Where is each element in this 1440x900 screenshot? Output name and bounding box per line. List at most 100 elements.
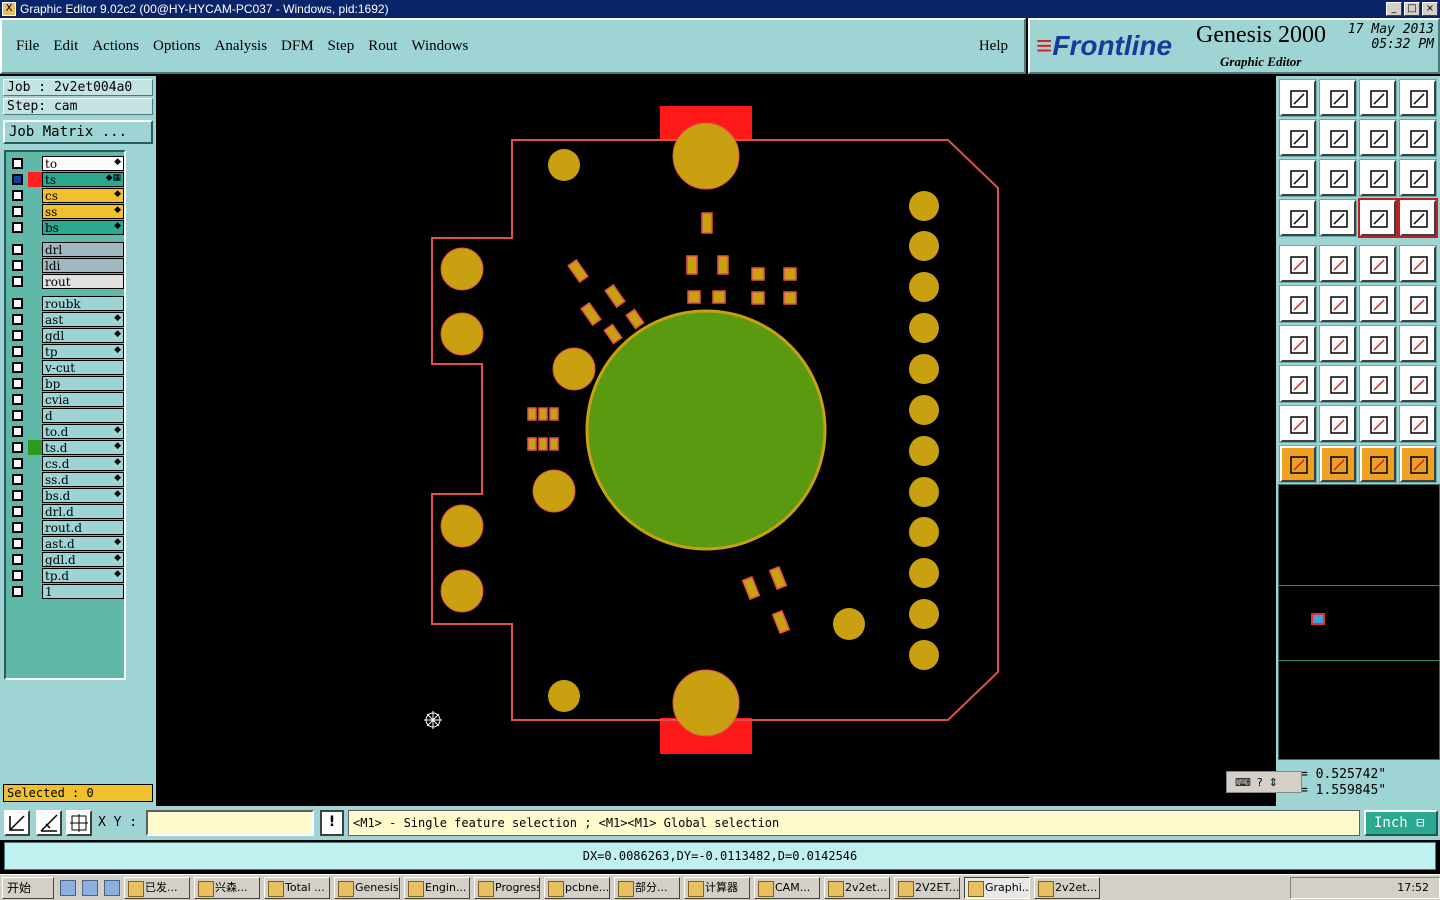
layer-name[interactable]: gdl.d bbox=[42, 552, 124, 567]
layer-row[interactable]: ast.d ◆ bbox=[8, 536, 124, 551]
layer-row[interactable]: cs ◆ bbox=[8, 188, 124, 203]
layer-color-swatch[interactable] bbox=[28, 504, 42, 519]
layer-row[interactable]: to ◆ bbox=[8, 156, 124, 171]
taskbar-item[interactable]: CAM... bbox=[754, 876, 820, 899]
layer-checkbox[interactable] bbox=[12, 442, 23, 453]
close-button[interactable]: × bbox=[1422, 2, 1438, 16]
layer-row[interactable]: bs ◆ bbox=[8, 220, 124, 235]
layer-checkbox[interactable] bbox=[12, 346, 23, 357]
triangle-icon[interactable] bbox=[1279, 405, 1317, 443]
next-icon[interactable] bbox=[1319, 119, 1357, 157]
layer-color-swatch[interactable] bbox=[28, 488, 42, 503]
layer-row[interactable]: 1 bbox=[8, 584, 124, 599]
text-icon[interactable] bbox=[1399, 325, 1437, 363]
pointer3-icon[interactable] bbox=[1359, 445, 1397, 483]
line2-icon[interactable] bbox=[1399, 285, 1437, 323]
taskbar-item[interactable]: 2v2et... bbox=[1034, 876, 1100, 899]
layer-checkbox[interactable] bbox=[12, 362, 23, 373]
layer-checkbox[interactable] bbox=[12, 378, 23, 389]
menu-windows[interactable]: Windows bbox=[411, 38, 468, 55]
layer-row[interactable]: bs.d ◆ bbox=[8, 488, 124, 503]
layer-row[interactable]: ldi bbox=[8, 258, 124, 273]
ratio-icon[interactable] bbox=[1359, 159, 1397, 197]
angle-icon[interactable] bbox=[1279, 325, 1317, 363]
layer-color-swatch[interactable] bbox=[28, 296, 42, 311]
layer-row[interactable]: cvia bbox=[8, 392, 124, 407]
layer-color-swatch[interactable] bbox=[28, 472, 42, 487]
taskbar-item[interactable]: Total ... bbox=[264, 876, 330, 899]
layer-color-swatch[interactable] bbox=[28, 242, 42, 257]
center-icon[interactable] bbox=[1319, 159, 1357, 197]
taskbar-item[interactable]: Graphi... bbox=[964, 876, 1030, 899]
window-icon[interactable] bbox=[1399, 79, 1437, 117]
layer-color-swatch[interactable] bbox=[28, 552, 42, 567]
keyboard-icon[interactable]: ⌨ bbox=[1235, 776, 1251, 789]
layer-name[interactable]: to.d bbox=[42, 424, 124, 439]
layer-color-swatch[interactable] bbox=[28, 520, 42, 535]
layer-checkbox[interactable] bbox=[12, 314, 23, 325]
layer-checkbox[interactable] bbox=[12, 522, 23, 533]
load-icon[interactable] bbox=[1279, 79, 1317, 117]
layer-checkbox[interactable] bbox=[12, 538, 23, 549]
layer-color-swatch[interactable] bbox=[28, 408, 42, 423]
slash-icon[interactable] bbox=[1319, 325, 1357, 363]
triangle4-icon[interactable] bbox=[1399, 405, 1437, 443]
layer-checkbox[interactable] bbox=[12, 330, 23, 341]
layer-name[interactable]: ss bbox=[42, 204, 124, 219]
layer-checkbox[interactable] bbox=[12, 410, 23, 421]
select-icon[interactable] bbox=[1279, 245, 1317, 283]
alert-icon[interactable]: ! bbox=[320, 810, 344, 836]
snap-icon[interactable] bbox=[4, 810, 30, 836]
help-icon[interactable] bbox=[1399, 159, 1437, 197]
quicklaunch-icon[interactable] bbox=[82, 879, 98, 896]
tools-icon[interactable] bbox=[1279, 199, 1317, 237]
layer-color-swatch[interactable] bbox=[28, 188, 42, 203]
layer-row[interactable]: d bbox=[8, 408, 124, 423]
layer-row[interactable]: ss.d ◆ bbox=[8, 472, 124, 487]
taskbar-item[interactable]: Progress bbox=[474, 876, 540, 899]
pointer2-icon[interactable] bbox=[1319, 445, 1357, 483]
layer-color-swatch[interactable] bbox=[28, 156, 42, 171]
layer-checkbox[interactable] bbox=[12, 506, 23, 517]
save-icon[interactable] bbox=[1319, 79, 1357, 117]
dot-icon[interactable] bbox=[1399, 245, 1437, 283]
menu-help[interactable]: Help bbox=[979, 38, 1008, 55]
layer-color-swatch[interactable] bbox=[28, 392, 42, 407]
menu-analysis[interactable]: Analysis bbox=[215, 38, 268, 55]
layer-color-swatch[interactable] bbox=[28, 274, 42, 289]
cross-icon[interactable] bbox=[1319, 285, 1357, 323]
undo-icon[interactable] bbox=[1359, 119, 1397, 157]
layer-name[interactable]: rout bbox=[42, 274, 124, 289]
layer-row[interactable]: cs.d ◆ bbox=[8, 456, 124, 471]
pointer4-icon[interactable] bbox=[1399, 445, 1437, 483]
menu-options[interactable]: Options bbox=[153, 38, 201, 55]
menu-actions[interactable]: Actions bbox=[92, 38, 139, 55]
layer-checkbox[interactable] bbox=[12, 244, 23, 255]
taskbar-item[interactable]: 部分... bbox=[614, 876, 680, 899]
layer-row[interactable]: ss ◆ bbox=[8, 204, 124, 219]
prev-icon[interactable] bbox=[1279, 119, 1317, 157]
layers-icon[interactable] bbox=[1358, 198, 1398, 238]
layer-color-swatch[interactable] bbox=[28, 568, 42, 583]
menu-edit[interactable]: Edit bbox=[53, 38, 78, 55]
layer-checkbox[interactable] bbox=[12, 206, 23, 217]
layers2-icon[interactable] bbox=[1398, 198, 1438, 238]
layer-color-swatch[interactable] bbox=[28, 220, 42, 235]
layer-color-swatch[interactable] bbox=[28, 328, 42, 343]
cluster-icon[interactable] bbox=[1399, 365, 1437, 403]
pointer-icon[interactable] bbox=[1279, 445, 1317, 483]
layer-name[interactable]: d bbox=[42, 408, 124, 423]
layer-row[interactable]: tp.d ◆ bbox=[8, 568, 124, 583]
graphic-canvas[interactable] bbox=[156, 76, 1276, 806]
help-icon[interactable]: ? bbox=[1257, 776, 1263, 789]
home-icon[interactable] bbox=[1359, 79, 1397, 117]
layer-checkbox[interactable] bbox=[12, 426, 23, 437]
layer-checkbox[interactable] bbox=[12, 394, 23, 405]
layer-color-swatch[interactable] bbox=[28, 424, 42, 439]
menu-rout[interactable]: Rout bbox=[368, 38, 397, 55]
layer-name[interactable]: ast bbox=[42, 312, 124, 327]
layer-checkbox[interactable] bbox=[12, 276, 23, 287]
menu-dfm[interactable]: DFM bbox=[281, 38, 314, 55]
triangle2-icon[interactable] bbox=[1319, 405, 1357, 443]
layer-name[interactable]: tp.d bbox=[42, 568, 124, 583]
